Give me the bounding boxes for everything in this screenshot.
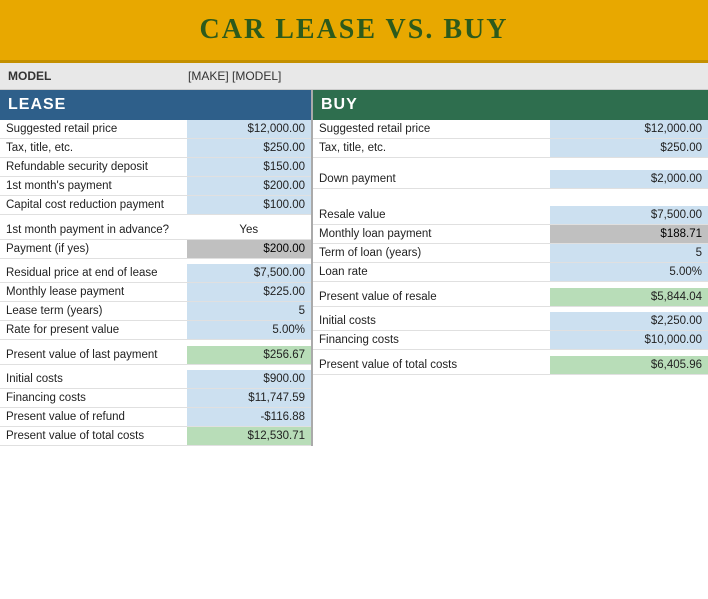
- model-label: MODEL: [8, 69, 188, 83]
- row-value[interactable]: 5.00%: [187, 321, 311, 340]
- table-row: 1st month's payment$200.00: [0, 177, 311, 196]
- row-value[interactable]: $12,000.00: [187, 120, 311, 139]
- row-value[interactable]: $250.00: [550, 139, 708, 158]
- row-value[interactable]: $5,844.04: [550, 288, 708, 307]
- buy-column: BUY Suggested retail price$12,000.00Tax,…: [313, 90, 708, 446]
- row-label: Down payment: [313, 170, 550, 189]
- table-row: Loan rate5.00%: [313, 263, 708, 282]
- row-label: Present value of last payment: [0, 346, 187, 365]
- table-row: Capital cost reduction payment$100.00: [0, 196, 311, 215]
- table-row: Tax, title, etc.$250.00: [0, 139, 311, 158]
- table-row: Payment (if yes)$200.00: [0, 239, 311, 258]
- table-row: Present value of refund-$116.88: [0, 408, 311, 427]
- row-value[interactable]: $150.00: [187, 158, 311, 177]
- row-value[interactable]: $225.00: [187, 283, 311, 302]
- row-label: Capital cost reduction payment: [0, 196, 187, 215]
- row-label: Financing costs: [0, 389, 187, 408]
- row-value[interactable]: Yes: [187, 221, 311, 240]
- row-value[interactable]: 5: [187, 302, 311, 321]
- row-value[interactable]: $11,747.59: [187, 389, 311, 408]
- lease-header: LEASE: [0, 90, 311, 120]
- row-value[interactable]: $2,250.00: [550, 312, 708, 331]
- lease-table: Suggested retail price$12,000.00Tax, tit…: [0, 120, 311, 446]
- table-row: Suggested retail price$12,000.00: [0, 120, 311, 139]
- row-value[interactable]: 5: [550, 244, 708, 263]
- table-row: Financing costs$10,000.00: [313, 331, 708, 350]
- table-row: Tax, title, etc.$250.00: [313, 139, 708, 158]
- table-row: Down payment$2,000.00: [313, 170, 708, 189]
- row-label: Suggested retail price: [313, 120, 550, 139]
- row-label: Tax, title, etc.: [313, 139, 550, 158]
- table-row: Financing costs$11,747.59: [0, 389, 311, 408]
- row-label: 1st month payment in advance?: [0, 221, 187, 240]
- title-bar: CAR LEASE VS. BUY: [0, 0, 708, 63]
- row-value[interactable]: $188.71: [550, 225, 708, 244]
- table-row: Lease term (years)5: [0, 302, 311, 321]
- row-label: Resale value: [313, 206, 550, 225]
- row-label: Refundable security deposit: [0, 158, 187, 177]
- row-value[interactable]: $2,000.00: [550, 170, 708, 189]
- table-row: Present value of total costs$6,405.96: [313, 356, 708, 375]
- row-label: Loan rate: [313, 263, 550, 282]
- table-row: Present value of total costs$12,530.71: [0, 427, 311, 446]
- table-row: Monthly loan payment$188.71: [313, 225, 708, 244]
- row-value[interactable]: $12,000.00: [550, 120, 708, 139]
- row-value[interactable]: $100.00: [187, 196, 311, 215]
- row-value[interactable]: $200.00: [187, 177, 311, 196]
- row-label: Suggested retail price: [0, 120, 187, 139]
- row-label: Lease term (years): [0, 302, 187, 321]
- row-label: Present value of refund: [0, 408, 187, 427]
- table-row: Suggested retail price$12,000.00: [313, 120, 708, 139]
- row-value[interactable]: $200.00: [187, 239, 311, 258]
- row-label: Rate for present value: [0, 321, 187, 340]
- table-row: Present value of last payment$256.67: [0, 346, 311, 365]
- model-value[interactable]: [MAKE] [MODEL]: [188, 69, 700, 83]
- row-value[interactable]: 5.00%: [550, 263, 708, 282]
- lease-column: LEASE Suggested retail price$12,000.00Ta…: [0, 90, 313, 446]
- row-label: Payment (if yes): [0, 239, 187, 258]
- table-row: Initial costs$2,250.00: [313, 312, 708, 331]
- table-row: Residual price at end of lease$7,500.00: [0, 264, 311, 283]
- table-row: Present value of resale$5,844.04: [313, 288, 708, 307]
- model-row: MODEL [MAKE] [MODEL]: [0, 63, 708, 90]
- table-row: 1st month payment in advance?Yes: [0, 221, 311, 240]
- row-label: Present value of resale: [313, 288, 550, 307]
- table-row: Term of loan (years)5: [313, 244, 708, 263]
- table-row: Refundable security deposit$150.00: [0, 158, 311, 177]
- row-label: 1st month's payment: [0, 177, 187, 196]
- table-row: Rate for present value5.00%: [0, 321, 311, 340]
- row-label: Financing costs: [313, 331, 550, 350]
- row-value[interactable]: $7,500.00: [187, 264, 311, 283]
- row-label: Monthly loan payment: [313, 225, 550, 244]
- row-value[interactable]: $10,000.00: [550, 331, 708, 350]
- row-label: Monthly lease payment: [0, 283, 187, 302]
- row-label: Present value of total costs: [313, 356, 550, 375]
- buy-table: Suggested retail price$12,000.00Tax, tit…: [313, 120, 708, 375]
- row-label: Residual price at end of lease: [0, 264, 187, 283]
- row-label: Present value of total costs: [0, 427, 187, 446]
- table-row: Monthly lease payment$225.00: [0, 283, 311, 302]
- row-value[interactable]: $250.00: [187, 139, 311, 158]
- row-value[interactable]: $256.67: [187, 346, 311, 365]
- table-row: Initial costs$900.00: [0, 370, 311, 389]
- row-value[interactable]: $7,500.00: [550, 206, 708, 225]
- row-value[interactable]: $900.00: [187, 370, 311, 389]
- row-label: Initial costs: [313, 312, 550, 331]
- row-label: Initial costs: [0, 370, 187, 389]
- row-value[interactable]: -$116.88: [187, 408, 311, 427]
- buy-header: BUY: [313, 90, 708, 120]
- row-value[interactable]: $12,530.71: [187, 427, 311, 446]
- table-row: Resale value$7,500.00: [313, 206, 708, 225]
- row-label: Tax, title, etc.: [0, 139, 187, 158]
- row-value[interactable]: $6,405.96: [550, 356, 708, 375]
- row-label: Term of loan (years): [313, 244, 550, 263]
